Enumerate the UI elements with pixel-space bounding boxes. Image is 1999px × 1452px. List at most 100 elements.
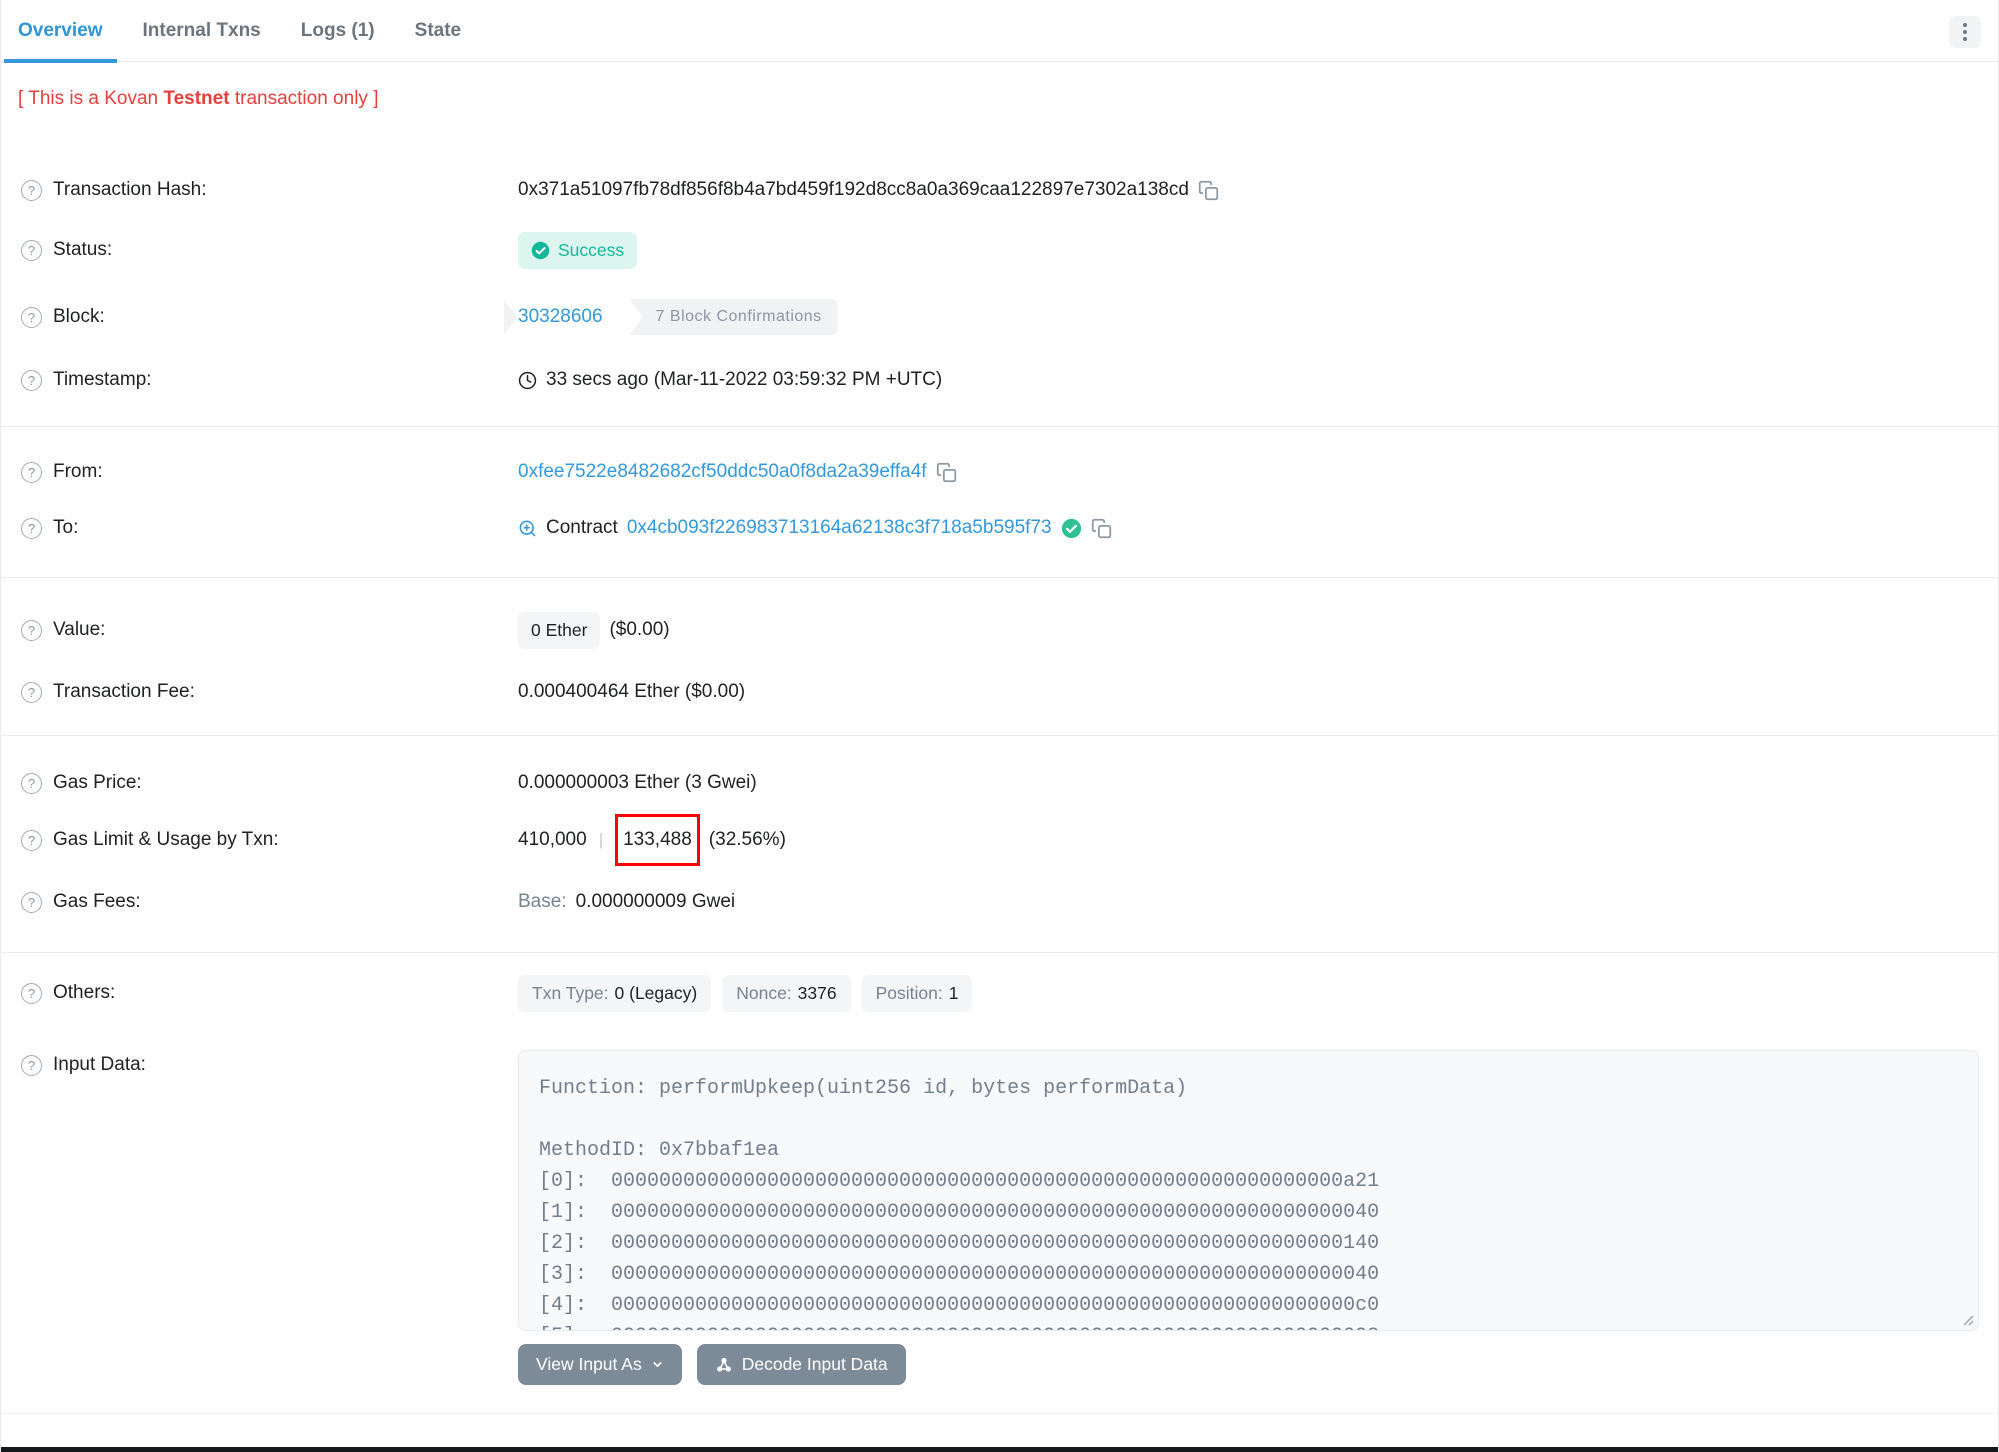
row-status: ? Status: Success	[1, 230, 1998, 270]
resize-grip-icon[interactable]	[1961, 1313, 1974, 1326]
help-icon[interactable]: ?	[21, 829, 42, 851]
verified-check-icon	[1061, 518, 1081, 538]
gas-fees-base-label: Base:	[518, 891, 567, 912]
status-badge: Success	[518, 231, 638, 269]
copy-icon[interactable]	[1198, 180, 1219, 201]
gas-limit-value: 410,000	[518, 829, 587, 850]
row-value: ? Value: 0 Ether ($0.00)	[1, 610, 1998, 650]
highlight-box: 133,488	[615, 814, 700, 866]
row-gas-limit-usage: ? Gas Limit & Usage by Txn: 410,000 | 13…	[1, 814, 1998, 866]
testnet-notice-prefix: [ This is a Kovan	[18, 88, 164, 109]
row-to: ? To: Contract 0x4cb093f226983713164a621…	[1, 508, 1998, 548]
tab-logs[interactable]: Logs (1)	[287, 0, 389, 62]
row-label: Transaction Fee:	[53, 681, 195, 702]
txn-type-value: 0 (Legacy)	[614, 982, 698, 1003]
help-icon[interactable]: ?	[21, 619, 42, 641]
help-icon[interactable]: ?	[21, 772, 42, 794]
row-block: ? Block: 30328606 7 Block Confirmations	[1, 297, 1998, 337]
copy-icon[interactable]	[936, 462, 957, 483]
transaction-hash-value: 0x371a51097fb78df856f8b4a7bd459f192d8cc8…	[518, 179, 1189, 200]
chevron-down-icon	[653, 1362, 662, 1367]
row-label: Timestamp:	[53, 369, 152, 390]
row-transaction-hash: ? Transaction Hash: 0x371a51097fb78df856…	[1, 170, 1998, 210]
magnifier-plus-icon[interactable]	[518, 519, 537, 538]
row-label: Input Data:	[53, 1054, 146, 1075]
help-icon[interactable]: ?	[21, 369, 42, 391]
help-icon[interactable]: ?	[21, 239, 42, 261]
row-label: Transaction Hash:	[53, 179, 207, 200]
copy-icon[interactable]	[1091, 518, 1112, 539]
section-divider	[1, 952, 1998, 953]
testnet-notice-suffix: transaction only ]	[229, 88, 379, 109]
input-data-actions: View Input As Decode Input Data	[518, 1344, 906, 1385]
block-confirmations-badge: 7 Block Confirmations	[629, 299, 838, 335]
help-icon[interactable]: ?	[21, 982, 42, 1004]
transaction-fee-value: 0.000400464 Ether ($0.00)	[518, 681, 746, 702]
from-address-link[interactable]: 0xfee7522e8482682cf50ddc50a0f8da2a39effa…	[518, 461, 927, 483]
value-usd: ($0.00)	[609, 619, 670, 640]
help-icon[interactable]: ?	[21, 517, 42, 539]
row-label: Value:	[53, 619, 106, 640]
to-address-link[interactable]: 0x4cb093f226983713164a62138c3f718a5b595f…	[627, 517, 1052, 539]
gas-fees-base-value: 0.000000009 Gwei	[575, 891, 736, 912]
tab-internal-txns[interactable]: Internal Txns	[129, 0, 275, 62]
row-label: Block:	[53, 306, 105, 327]
row-from: ? From: 0xfee7522e8482682cf50ddc50a0f8da…	[1, 452, 1998, 492]
row-transaction-fee: ? Transaction Fee: 0.000400464 Ether ($0…	[1, 672, 1998, 712]
view-input-as-button[interactable]: View Input As	[518, 1344, 682, 1385]
vertical-ellipsis-icon	[1963, 23, 1967, 27]
row-label: Gas Price:	[53, 772, 142, 793]
row-others: ? Others: Txn Type: 0 (Legacy) Nonce: 33…	[1, 973, 1998, 1013]
status-badge-label: Success	[558, 239, 625, 260]
row-label: Gas Fees:	[53, 891, 141, 912]
footer-divider	[1, 1413, 1998, 1414]
clock-icon	[518, 371, 537, 389]
help-icon[interactable]: ?	[21, 179, 42, 201]
txn-type-label: Txn Type:	[532, 982, 609, 1003]
row-gas-price: ? Gas Price: 0.000000003 Ether (3 Gwei)	[1, 763, 1998, 803]
decode-input-data-button[interactable]: Decode Input Data	[696, 1344, 906, 1385]
tab-overview[interactable]: Overview	[4, 0, 117, 63]
value-badge: 0 Ether	[518, 611, 601, 649]
row-gas-fees: ? Gas Fees: Base: 0.000000009 Gwei	[1, 882, 1998, 922]
testnet-notice-bold: Testnet	[163, 88, 230, 109]
help-icon[interactable]: ?	[21, 681, 42, 703]
gas-limit-separator: |	[598, 830, 604, 849]
row-label: Status:	[53, 239, 113, 260]
decode-input-data-label: Decode Input Data	[741, 1354, 888, 1374]
position-label: Position:	[875, 982, 943, 1003]
help-icon[interactable]: ?	[21, 1054, 42, 1076]
nonce-badge: Nonce: 3376	[722, 974, 851, 1012]
position-value: 1	[948, 982, 959, 1003]
row-label: Others:	[53, 982, 116, 1003]
more-options-button[interactable]	[1949, 16, 1981, 48]
nonce-label: Nonce:	[736, 982, 792, 1003]
timestamp-value: 33 secs ago (Mar-11-2022 03:59:32 PM +UT…	[546, 369, 943, 390]
input-data-text: Function: performUpkeep(uint256 id, byte…	[539, 1077, 1380, 1330]
tab-bar: Overview Internal Txns Logs (1) State	[1, 0, 1998, 63]
input-data-textarea[interactable]: Function: performUpkeep(uint256 id, byte…	[518, 1050, 1979, 1331]
section-divider	[1, 426, 1998, 427]
molecule-icon	[716, 1357, 731, 1372]
row-label: To:	[53, 517, 79, 538]
section-divider	[1, 735, 1998, 736]
row-label: From:	[53, 461, 103, 482]
txn-type-badge: Txn Type: 0 (Legacy)	[518, 974, 712, 1012]
transaction-overview-card: Overview Internal Txns Logs (1) State [ …	[0, 0, 1999, 1452]
row-timestamp: ? Timestamp: 33 secs ago (Mar-11-2022 03…	[1, 360, 1998, 400]
tab-state[interactable]: State	[401, 0, 475, 62]
section-divider	[1, 577, 1998, 578]
position-badge: Position: 1	[861, 974, 973, 1012]
testnet-notice: [ This is a Kovan Testnet transaction on…	[18, 88, 378, 110]
vertical-ellipsis-icon	[1963, 37, 1967, 41]
help-icon[interactable]: ?	[21, 461, 42, 483]
block-number-link[interactable]: 30328606	[518, 306, 603, 328]
to-type-label: Contract	[546, 517, 618, 538]
help-icon[interactable]: ?	[21, 306, 42, 328]
nonce-value: 3376	[797, 982, 837, 1003]
help-icon[interactable]: ?	[21, 891, 42, 913]
gas-price-value: 0.000000003 Ether (3 Gwei)	[518, 772, 757, 793]
gas-used-value: 133,488	[623, 829, 692, 850]
vertical-ellipsis-icon	[1963, 30, 1967, 34]
confirmations-badge-arrow	[504, 300, 518, 334]
